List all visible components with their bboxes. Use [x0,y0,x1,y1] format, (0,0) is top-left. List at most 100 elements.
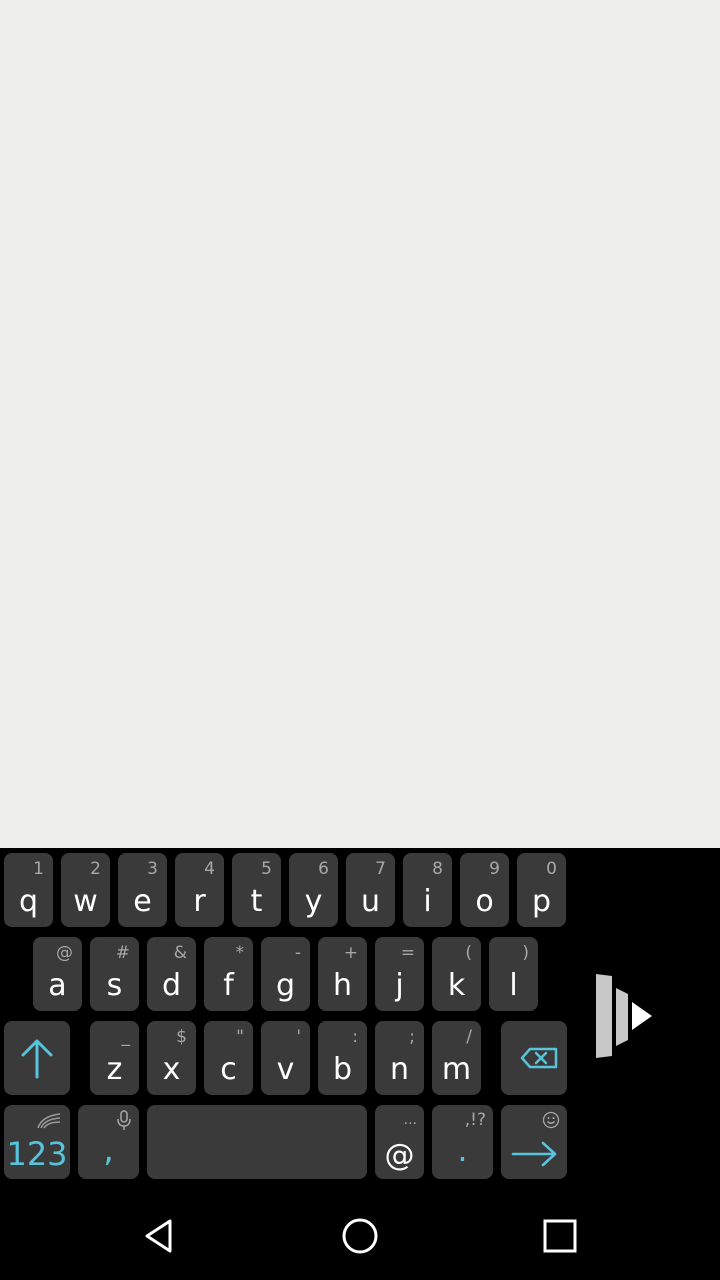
key-w-alt: 2 [90,859,101,879]
key-i-alt: 8 [432,859,443,879]
comma-key[interactable]: , [78,1105,139,1179]
key-g[interactable]: -g [261,937,310,1011]
key-e-alt: 3 [147,859,158,879]
comma-key-label: , [103,1130,114,1170]
keyboard-collapse-icon [596,974,652,1058]
key-m-alt: / [466,1027,472,1047]
key-z-label: z [106,1052,123,1087]
key-f-label: f [223,968,234,1003]
at-key-alt: ... [403,1112,417,1128]
navigation-bar [0,1192,720,1280]
keyboard: 1q2w3e4r5t6y7u8i9o0p @ a # s & d * f - g + h = j(k) l … [0,848,720,1192]
key-l-label: l [509,968,518,1003]
key-d-label: d [161,968,182,1003]
key-a[interactable]: @ a [33,937,82,1011]
key-f[interactable]: * f [204,937,253,1011]
key-u-label: u [360,884,380,919]
key-o[interactable]: 9o [460,853,509,927]
space-key[interactable] [147,1105,367,1179]
key-u-alt: 7 [375,859,386,879]
key-c[interactable]: " c [204,1021,253,1095]
back-triangle-icon [145,1219,172,1253]
period-key-label: . [457,1131,468,1169]
key-n[interactable]: ; n [375,1021,424,1095]
key-o-label: o [475,884,494,919]
key-z-alt: _ [121,1027,131,1047]
key-i[interactable]: 8i [403,853,452,927]
shift-key[interactable] [4,1021,70,1095]
recents-square-icon [543,1219,577,1253]
key-r-label: r [193,884,206,919]
back-button[interactable] [130,1206,190,1266]
key-q[interactable]: 1q [4,853,53,927]
key-a-label: a [48,968,67,1003]
key-r[interactable]: 4r [175,853,224,927]
key-w[interactable]: 2w [61,853,110,927]
key-y[interactable]: 6y [289,853,338,927]
key-y-alt: 6 [318,859,329,879]
key-h-label: h [332,968,352,1003]
key-c-label: c [220,1052,237,1087]
key-t-label: t [250,884,263,919]
key-g-label: g [275,968,296,1003]
key-p-alt: 0 [546,859,557,879]
key-b-alt: : [352,1027,358,1047]
key-f-alt: * [235,943,245,963]
key-h-alt: + [343,943,358,963]
mic-icon [117,1110,131,1130]
key-u[interactable]: 7u [346,853,395,927]
key-t-alt: 5 [261,859,272,879]
home-button[interactable] [330,1206,390,1266]
key-z[interactable]: _ z [90,1021,139,1095]
key-q-alt: 1 [33,859,44,879]
key-n-alt: ; [409,1027,415,1047]
key-g-alt: - [294,943,301,963]
key-e-label: e [133,884,152,919]
at-key[interactable]: ... @ [375,1105,424,1179]
key-q-label: q [18,884,39,919]
key-s-alt: # [115,943,130,963]
key-h[interactable]: + h [318,937,367,1011]
enter-arrow-icon [511,1141,557,1167]
key-l[interactable]: ) l [489,937,538,1011]
period-key-alt: ,!? [464,1110,486,1130]
key-e[interactable]: 3e [118,853,167,927]
key-s[interactable]: # s [90,937,139,1011]
key-k-label: k [447,968,466,1003]
key-t[interactable]: 5t [232,853,281,927]
recents-button[interactable] [530,1206,590,1266]
numbers-key[interactable]: 123 [4,1105,70,1179]
key-x-alt: $ [176,1027,187,1047]
backspace-icon [520,1047,558,1069]
key-d-alt: & [173,943,187,963]
key-k-alt: ( [465,943,472,963]
key-p-label: p [531,884,552,919]
key-b[interactable]: :b [318,1021,367,1095]
period-key[interactable]: ,!? . [432,1105,493,1179]
key-j-label: j [395,968,404,1003]
at-key-label: @ [384,1138,415,1173]
key-k[interactable]: (k [432,937,481,1011]
key-v-alt: ' [296,1027,301,1047]
key-x[interactable]: $ x [147,1021,196,1095]
key-w-label: w [73,884,98,919]
key-v[interactable]: ' v [261,1021,310,1095]
key-x-label: x [162,1052,181,1087]
key-r-alt: 4 [204,859,215,879]
keyboard-collapse-button[interactable] [590,968,662,1064]
key-j[interactable]: = j [375,937,424,1011]
enter-key[interactable] [501,1105,567,1179]
key-p[interactable]: 0p [517,853,566,927]
key-l-alt: ) [522,943,529,963]
key-d[interactable]: & d [147,937,196,1011]
numbers-key-label: 123 [6,1135,68,1173]
backspace-key[interactable] [501,1021,567,1095]
key-m-label: m [441,1052,472,1087]
key-c-alt: " [236,1027,244,1047]
key-s-label: s [106,968,123,1003]
key-a-alt: @ [56,943,73,963]
key-i-label: i [423,884,432,919]
key-n-label: n [389,1052,409,1087]
app-content-area [0,0,720,848]
key-m[interactable]: / m [432,1021,481,1095]
